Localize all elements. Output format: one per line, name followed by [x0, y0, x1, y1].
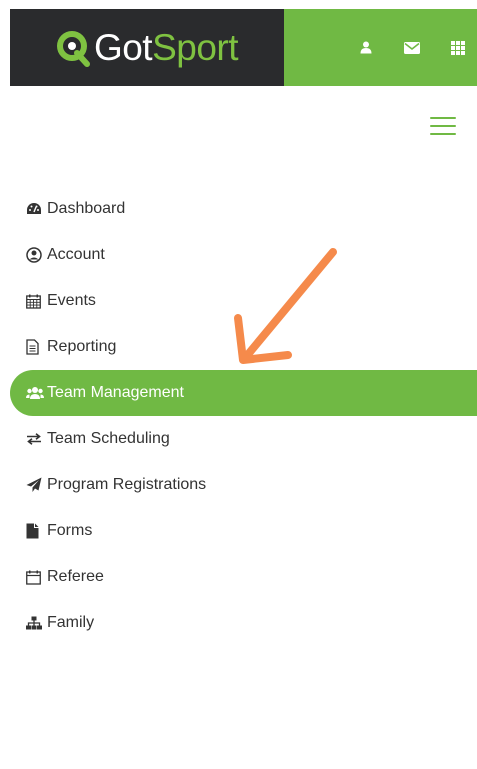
menu-item-account[interactable]: Account — [10, 232, 477, 278]
menu-item-label: Dashboard — [47, 200, 126, 217]
hamburger-menu-icon[interactable] — [430, 116, 456, 136]
users-icon — [26, 384, 44, 402]
menu-item-label: Referee — [47, 568, 104, 585]
logo-area: GotSport — [10, 9, 284, 86]
menu-item-label: Account — [47, 246, 105, 263]
logo-mark-icon — [56, 30, 90, 67]
menu-item-family[interactable]: Family — [10, 600, 477, 646]
exchange-icon — [26, 430, 44, 448]
top-header: GotSport — [10, 9, 477, 86]
sitemap-icon — [26, 614, 44, 632]
menu-item-events[interactable]: Events — [10, 278, 477, 324]
gotsport-logo[interactable]: GotSport — [56, 27, 239, 68]
menu-item-team-scheduling[interactable]: Team Scheduling — [10, 416, 477, 462]
header-actions — [284, 9, 477, 86]
menu-item-label: Program Registrations — [47, 476, 207, 493]
menu-item-team-management[interactable]: Team Management — [10, 370, 477, 416]
logo-wordmark: GotSport — [93, 27, 239, 68]
menu-item-label: Events — [47, 292, 96, 309]
menu-item-forms[interactable]: Forms — [10, 508, 477, 554]
document-icon — [26, 338, 44, 356]
menu-item-label: Team Scheduling — [47, 430, 170, 447]
menu-item-label: Team Management — [47, 384, 184, 401]
menu-item-label: Reporting — [47, 338, 117, 355]
menu-item-reporting[interactable]: Reporting — [10, 324, 477, 370]
menu-item-referee[interactable]: Referee — [10, 554, 477, 600]
paper-plane-icon — [26, 476, 44, 494]
menu-item-label: Family — [47, 614, 95, 631]
file-icon — [26, 522, 44, 540]
logo-text-sport: Sport — [152, 27, 239, 68]
envelope-icon[interactable] — [403, 39, 421, 57]
menu-item-program-registrations[interactable]: Program Registrations — [10, 462, 477, 508]
user-icon[interactable] — [357, 39, 375, 57]
side-menu: Dashboard Account Events Reporting Team … — [10, 186, 477, 646]
dashboard-icon — [26, 200, 44, 218]
logo-text-got: Got — [93, 27, 153, 68]
menu-item-label: Forms — [47, 522, 93, 539]
user-circle-icon — [26, 246, 44, 264]
calendar-blank-icon — [26, 568, 44, 586]
calendar-icon — [26, 292, 44, 310]
menu-item-dashboard[interactable]: Dashboard — [10, 186, 477, 232]
grid-icon[interactable] — [449, 39, 467, 57]
